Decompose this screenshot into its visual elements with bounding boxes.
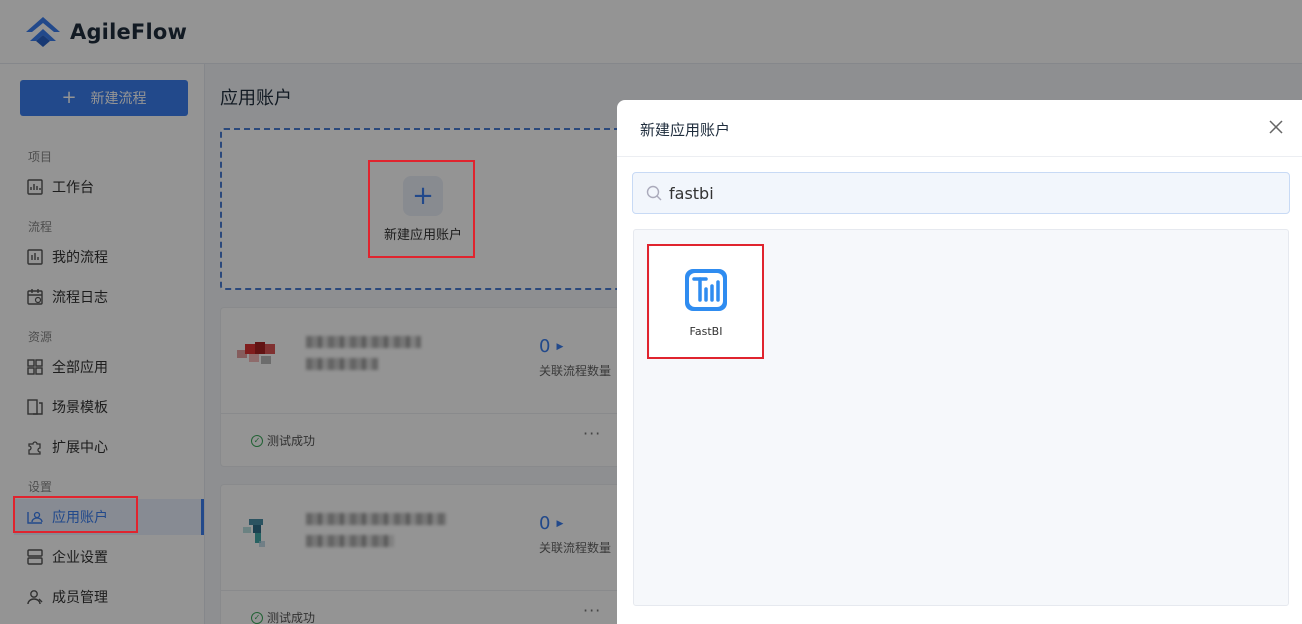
highlight-box — [13, 496, 138, 533]
modal-title: 新建应用账户 — [640, 121, 731, 139]
search-box[interactable] — [632, 172, 1290, 214]
highlight-box — [647, 244, 764, 359]
modal-header: 新建应用账户 — [617, 100, 1302, 157]
search-input[interactable] — [669, 183, 1269, 203]
highlight-box — [368, 160, 475, 258]
new-account-modal: 新建应用账户 FastBI — [617, 100, 1302, 624]
close-icon[interactable] — [1267, 118, 1285, 136]
search-icon — [646, 185, 662, 201]
